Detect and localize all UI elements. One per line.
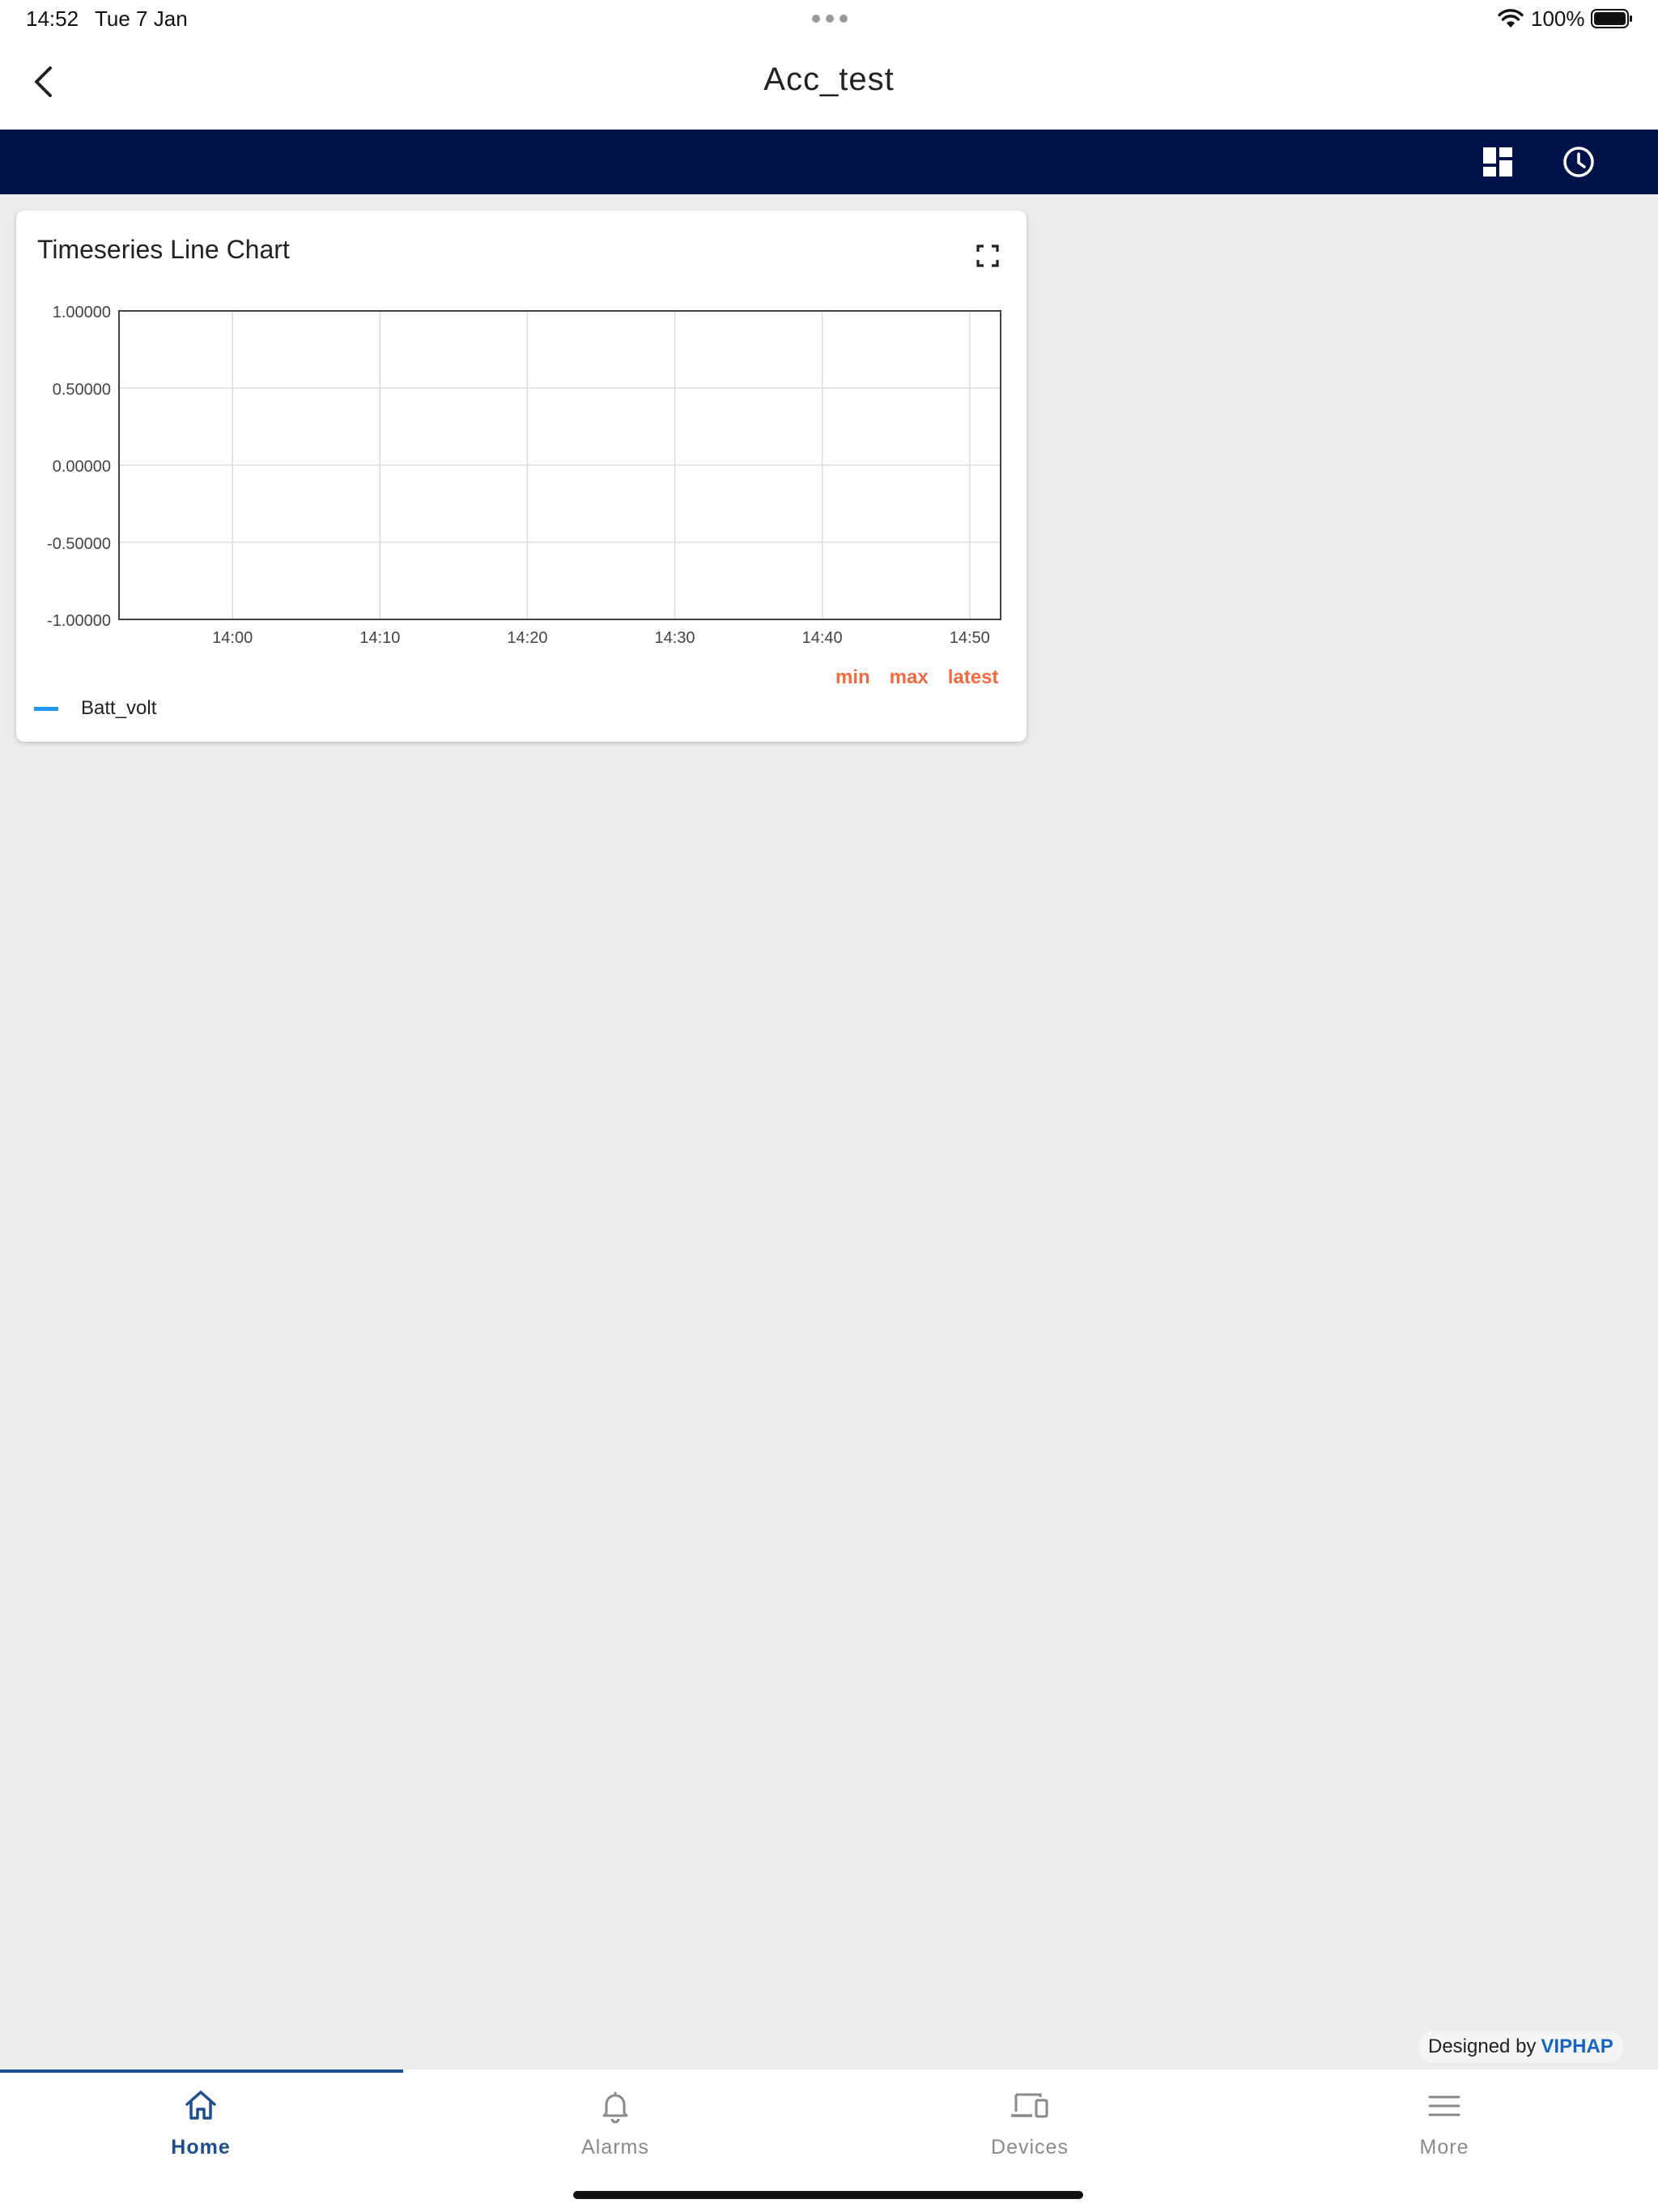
wifi-icon — [1498, 9, 1524, 28]
status-date: Tue 7 Jan — [95, 6, 188, 31]
y-tick-label: 0.00000 — [53, 458, 111, 476]
x-tick-label: 14:50 — [950, 629, 990, 647]
battery-icon — [1591, 9, 1632, 28]
x-tick-label: 14:40 — [802, 629, 843, 647]
multitasking-dots-icon[interactable] — [812, 15, 848, 23]
devices-icon — [1011, 2093, 1048, 2118]
status-time: 14:52 — [26, 6, 79, 31]
home-indicator — [573, 2191, 1083, 2199]
x-tick-label: 14:30 — [655, 629, 695, 647]
x-tick-label: 14:20 — [507, 629, 547, 647]
line-chart: 1.00000 0.50000 0.00000 -0.50000 -1.00000 14:… — [47, 304, 1001, 647]
credit-brand[interactable]: VIPHAP — [1541, 2035, 1613, 2058]
legend-swatch-batt-volt — [34, 706, 58, 711]
x-tick-label: 14:00 — [212, 629, 253, 647]
legend-label-batt-volt[interactable]: Batt_volt — [81, 697, 156, 720]
stat-labels: min max latest — [835, 666, 998, 689]
nav-alarms[interactable]: Alarms — [494, 2086, 737, 2167]
y-tick-label: -1.00000 — [47, 612, 111, 630]
nav-devices[interactable]: Devices — [908, 2086, 1151, 2167]
y-tick-label: -0.50000 — [47, 535, 111, 553]
chart-widget-card: Timeseries Line Chart 1.00000 0.50000 0.00… — [16, 211, 1027, 742]
stat-latest-label[interactable]: latest — [948, 666, 999, 689]
credit-prefix: Designed by — [1428, 2035, 1537, 2057]
status-bar: 14:52 Tue 7 Jan 100% — [0, 0, 1658, 39]
active-tab-indicator — [0, 2069, 403, 2073]
x-tick-label: 14:10 — [359, 629, 400, 647]
chart-legend: Batt_volt — [34, 697, 156, 720]
nav-devices-label: Devices — [991, 2136, 1069, 2159]
app-header: Acc_test — [0, 39, 1658, 130]
menu-icon — [1428, 2095, 1460, 2116]
y-tick-label: 0.50000 — [53, 381, 111, 398]
nav-home[interactable]: Home — [79, 2086, 322, 2167]
stat-max-label[interactable]: max — [890, 666, 929, 689]
nav-home-label: Home — [171, 2136, 231, 2159]
designed-by-credit: Designed by VIPHAP — [1418, 2031, 1623, 2063]
dashboard-icon[interactable] — [1478, 143, 1517, 181]
bell-icon — [602, 2091, 628, 2124]
dashboard-toolbar — [0, 130, 1658, 194]
y-tick-label: 1.00000 — [53, 304, 111, 321]
nav-alarms-label: Alarms — [581, 2136, 649, 2159]
battery-percentage: 100% — [1531, 6, 1585, 31]
nav-more[interactable]: More — [1323, 2086, 1566, 2167]
nav-more-label: More — [1419, 2136, 1469, 2159]
home-icon — [185, 2091, 216, 2120]
stat-min-label[interactable]: min — [835, 666, 870, 689]
clock-icon[interactable] — [1559, 143, 1598, 181]
page-title: Acc_test — [763, 62, 895, 97]
